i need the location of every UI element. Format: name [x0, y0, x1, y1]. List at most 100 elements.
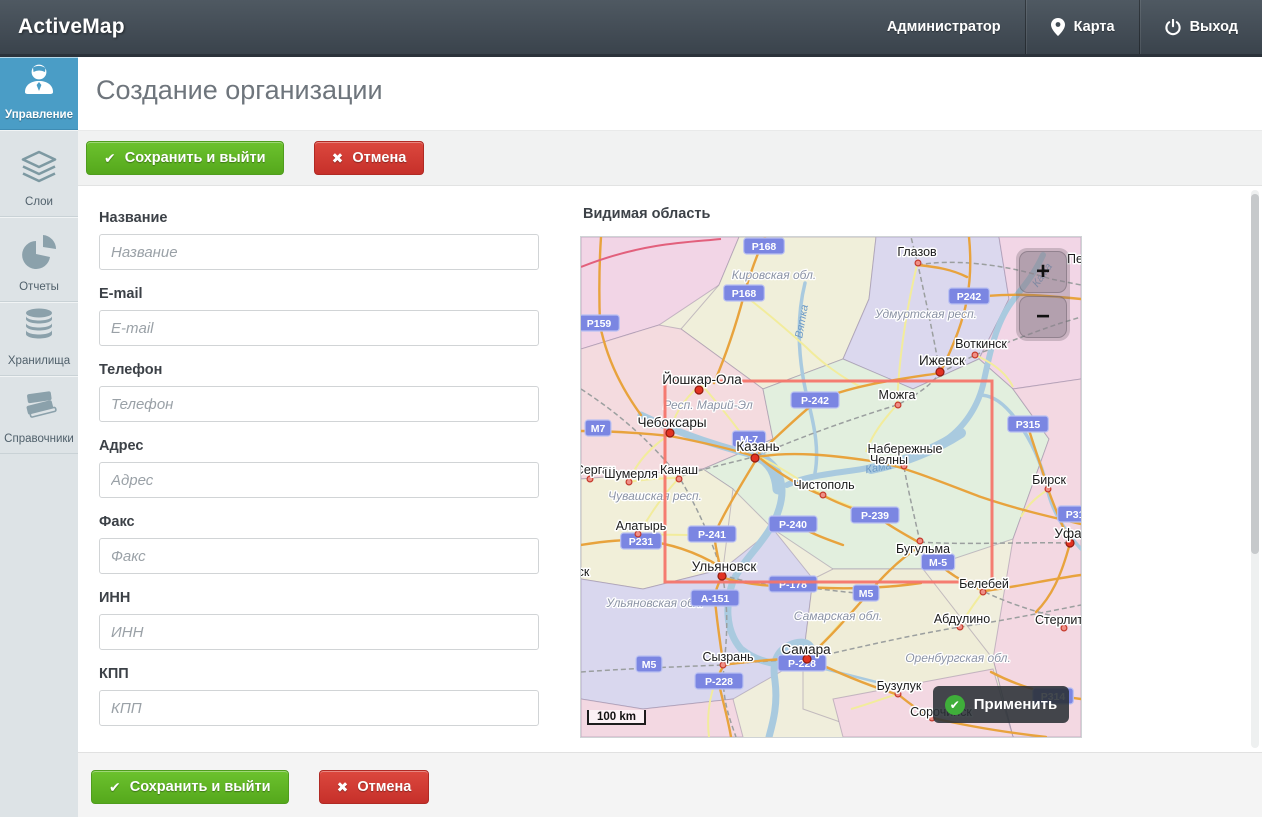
road-badge-label: М-5	[929, 557, 947, 569]
city-label: Сызрань	[702, 650, 753, 664]
address-input[interactable]	[99, 462, 539, 498]
region-label: Оренбургская обл.	[905, 651, 1011, 665]
city-dot	[915, 260, 921, 266]
vertical-scrollbar[interactable]	[1251, 190, 1259, 748]
city-label: Ижевск	[919, 353, 965, 368]
check-icon: ✔	[109, 780, 121, 794]
city-label: Бузулук	[877, 679, 922, 693]
city-dot	[666, 429, 674, 437]
kpp-input[interactable]	[99, 690, 539, 726]
sidebar-item-layers[interactable]: Слои	[0, 130, 78, 217]
address-label: Адрес	[99, 438, 539, 454]
page-title: Создание организации	[96, 75, 383, 106]
map-pin-icon	[1051, 18, 1065, 36]
save-button-bottom[interactable]: ✔ Сохранить и выйти	[91, 770, 289, 804]
city-dot	[695, 386, 703, 394]
map-scale-bar: 100 km	[587, 710, 646, 725]
city-label: Стерлитамак	[1035, 613, 1081, 627]
region-label: Чувашская респ.	[608, 489, 702, 503]
city-label: Самара	[781, 642, 831, 657]
road-badge-label: P242	[957, 291, 982, 303]
cancel-button[interactable]: ✖ Отмена	[314, 141, 425, 175]
form-field-address: Адрес	[99, 438, 539, 498]
top-action-band: ✔ Сохранить и выйти ✖ Отмена	[78, 130, 1262, 186]
scrollbar-thumb[interactable]	[1251, 194, 1259, 554]
road-badge-label: P168	[752, 241, 777, 253]
organization-form: НазваниеE-mailТелефонАдресФаксИННКПП	[99, 210, 539, 742]
city-dot	[972, 352, 978, 358]
pie-chart-icon	[20, 233, 58, 274]
phone-input[interactable]	[99, 386, 539, 422]
city-label: Шумерля	[604, 467, 658, 481]
database-icon	[21, 307, 57, 348]
region-label: Ульяновская обл.	[605, 596, 703, 610]
x-icon: ✖	[332, 151, 344, 165]
city-label: Ульяновск	[692, 559, 757, 574]
sidebar-item-reports[interactable]: Отчеты	[0, 217, 78, 302]
city-label: Челны	[870, 453, 908, 467]
sidebar-item-management[interactable]: Управление	[0, 57, 78, 130]
city-label: Казань	[736, 439, 779, 454]
sidebar-item-storage[interactable]: Хранилища	[0, 302, 78, 376]
topbar: ActiveMap Администратор Карта Выход	[0, 0, 1262, 57]
kpp-label: КПП	[99, 666, 539, 682]
current-user-label: Администратор	[863, 0, 1025, 54]
x-icon: ✖	[337, 780, 349, 794]
power-icon	[1165, 19, 1181, 36]
road-badge-label: М5	[859, 588, 874, 600]
zoom-out-button[interactable]: −	[1019, 296, 1067, 338]
map-canvas[interactable]: КамаВяткаКама Кировская обл.Удмуртская р…	[580, 236, 1082, 738]
app-logo: ActiveMap	[18, 15, 125, 39]
fax-label: Факс	[99, 514, 539, 530]
save-button[interactable]: ✔ Сохранить и выйти	[86, 141, 284, 175]
road-badge-label: Р-242	[801, 395, 829, 407]
road-badge-label: P168	[732, 288, 757, 300]
city-label: Белебей	[959, 577, 1009, 591]
city-label: Чистополь	[793, 478, 854, 492]
map-zoom-control: + −	[1016, 248, 1070, 341]
road-badge-label: А-151	[701, 593, 730, 605]
form-field-kpp: КПП	[99, 666, 539, 726]
region-label: Самарская обл.	[794, 609, 882, 623]
city-label: Канаш	[660, 463, 698, 477]
road-badge-label: Р-228	[788, 658, 816, 670]
name-input[interactable]	[99, 234, 539, 270]
bottom-action-band: ✔ Сохранить и выйти ✖ Отмена	[78, 752, 1262, 817]
main-panel: Создание организации ✔ Сохранить и выйти…	[78, 57, 1262, 817]
title-band: Создание организации	[78, 57, 1262, 130]
form-field-fax: Факс	[99, 514, 539, 574]
zoom-in-button[interactable]: +	[1019, 251, 1067, 293]
city-dot	[895, 402, 901, 408]
city-label: Йошкар-Ола	[662, 372, 742, 387]
city-label: Абдулино	[934, 612, 990, 626]
email-input[interactable]	[99, 310, 539, 346]
region-label: Кировская обл.	[732, 268, 816, 282]
visible-area-label: Видимая область	[583, 206, 710, 222]
check-icon: ✔	[104, 151, 116, 165]
topbar-menu: Администратор Карта Выход	[863, 0, 1262, 54]
road-badge-label: Р-239	[861, 510, 889, 522]
city-label: Уфа	[1054, 526, 1081, 541]
fax-input[interactable]	[99, 538, 539, 574]
check-circle-icon: ✔	[945, 695, 965, 715]
email-label: E-mail	[99, 286, 539, 302]
cancel-button-bottom[interactable]: ✖ Отмена	[319, 770, 430, 804]
city-label: Чебоксары	[637, 415, 706, 430]
road-badge-label: P315	[1066, 509, 1081, 521]
city-label: Глазов	[897, 245, 937, 259]
region-label: Респ. Марий-Эл	[663, 398, 753, 412]
inn-input[interactable]	[99, 614, 539, 650]
logout-link[interactable]: Выход	[1141, 0, 1262, 54]
city-label: Саранск	[581, 565, 590, 579]
form-field-name: Название	[99, 210, 539, 270]
user-icon	[21, 61, 57, 102]
form-field-inn: ИНН	[99, 590, 539, 650]
apply-button[interactable]: ✔ Применить	[933, 686, 1069, 723]
layers-icon	[20, 150, 58, 189]
region-label: Удмуртская респ.	[874, 307, 977, 321]
name-label: Название	[99, 210, 539, 226]
city-label: Бирск	[1032, 473, 1066, 487]
road-badge-label: Р-241	[698, 529, 726, 541]
map-link[interactable]: Карта	[1027, 0, 1139, 54]
sidebar-item-directories[interactable]: Справочники	[0, 376, 78, 454]
